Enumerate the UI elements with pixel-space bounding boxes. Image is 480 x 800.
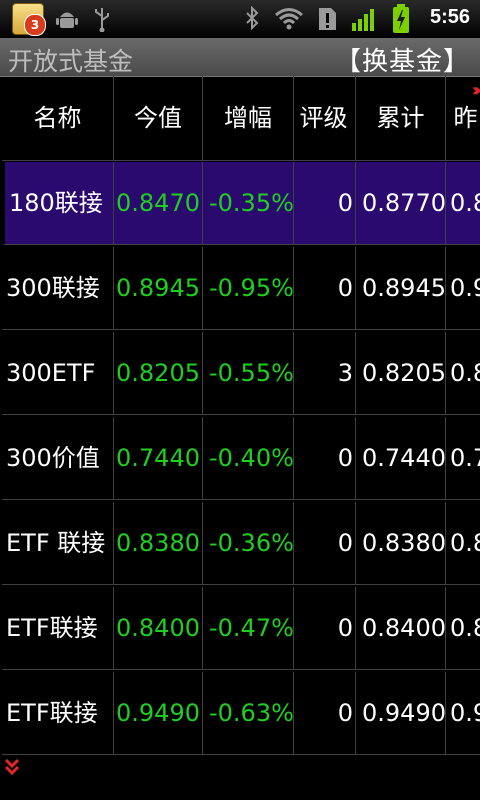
fund-prev: 0.8 <box>446 502 480 585</box>
table-row[interactable]: ETF 联接 0.8380 -0.36% 0 0.8380 0.8 <box>0 502 480 587</box>
table-header-row: 名称 今值 增幅 评级 累计 昨 ››› <box>0 76 480 161</box>
table-row[interactable]: 300ETF 0.8205 -0.55% 3 0.8205 0.8 <box>0 332 480 417</box>
table-row[interactable]: 300价值 0.7440 -0.40% 0 0.7440 0.7 <box>0 417 480 502</box>
fund-cumulative: 0.7440 <box>356 417 446 500</box>
fund-value: 0.8380 <box>114 502 203 585</box>
scroll-down-icon[interactable] <box>4 758 20 776</box>
fund-rating: 0 <box>294 247 356 330</box>
fund-cumulative: 0.8770 <box>356 162 446 245</box>
page-title: 开放式基金 <box>8 47 134 76</box>
title-bar: 开放式基金 【换基金】 <box>0 38 480 77</box>
fund-prev: 0.9 <box>446 672 480 755</box>
fund-change: -0.35% <box>203 162 294 245</box>
fund-cumulative: 0.8945 <box>356 247 446 330</box>
fund-rating: 0 <box>294 502 356 585</box>
usb-icon <box>95 8 109 32</box>
fund-name: 300ETF <box>2 332 114 415</box>
fund-cumulative: 0.8205 <box>356 332 446 415</box>
notification-count-badge: 3 <box>24 14 46 36</box>
fund-name: 300联接 <box>2 247 114 330</box>
table-row[interactable]: ETF联接 0.9490 -0.63% 0 0.9490 0.9 <box>0 672 480 757</box>
fund-value: 0.8400 <box>114 587 203 670</box>
fund-rating: 0 <box>294 672 356 755</box>
fund-name: ETF联接 <box>2 587 114 670</box>
fund-prev: 0.7 <box>446 417 480 500</box>
fund-change: -0.55% <box>203 332 294 415</box>
android-debug-icon <box>56 12 78 28</box>
fund-value: 0.8205 <box>114 332 203 415</box>
table-row[interactable]: ETF联接 0.8400 -0.47% 0 0.8400 0.8 <box>0 587 480 672</box>
fund-change: -0.36% <box>203 502 294 585</box>
fund-rating: 0 <box>294 417 356 500</box>
fund-rating: 0 <box>294 162 356 245</box>
fund-cumulative: 0.8400 <box>356 587 446 670</box>
fund-prev: 0.8 <box>446 587 480 670</box>
table-row[interactable]: 300联接 0.8945 -0.95% 0 0.8945 0.9 <box>0 247 480 332</box>
header-cumulative[interactable]: 累计 <box>356 76 446 161</box>
fund-cumulative: 0.9490 <box>356 672 446 755</box>
header-name[interactable]: 名称 <box>2 76 114 161</box>
header-rating[interactable]: 评级 <box>294 76 356 161</box>
fund-name: ETF联接 <box>2 672 114 755</box>
fund-change: -0.40% <box>203 417 294 500</box>
fund-prev: 0.9 <box>446 247 480 330</box>
fund-table: 名称 今值 增幅 评级 累计 昨 ››› 180联接 0.8470 -0.35%… <box>0 76 480 760</box>
fund-value: 0.7440 <box>114 417 203 500</box>
fund-cumulative: 0.8380 <box>356 502 446 585</box>
fund-value: 0.9490 <box>114 672 203 755</box>
fund-prev: 0.8 <box>446 332 480 415</box>
fund-change: -0.95% <box>203 247 294 330</box>
fund-name: ETF 联接 <box>2 502 114 585</box>
fund-name: 180联接 <box>2 162 114 245</box>
header-value[interactable]: 今值 <box>114 76 203 161</box>
status-clock: 5:56 <box>429 6 470 28</box>
fund-rating: 3 <box>294 332 356 415</box>
header-change[interactable]: 增幅 <box>203 76 294 161</box>
wifi-icon <box>275 8 303 30</box>
table-row[interactable]: 180联接 0.8470 -0.35% 0 0.8770 0.8 <box>0 162 480 247</box>
bluetooth-icon <box>246 6 259 31</box>
alert-icon <box>319 8 336 30</box>
scroll-right-icon[interactable]: ››› <box>472 80 480 101</box>
switch-fund-button[interactable]: 【换基金】 <box>335 41 470 78</box>
fund-value: 0.8945 <box>114 247 203 330</box>
fund-change: -0.63% <box>203 672 294 755</box>
status-bar: 3 5:56 <box>0 0 480 38</box>
battery-charging-icon <box>393 4 409 33</box>
fund-name: 300价值 <box>2 417 114 500</box>
fund-prev: 0.8 <box>446 162 480 245</box>
fund-value: 0.8470 <box>114 162 203 245</box>
fund-rating: 0 <box>294 587 356 670</box>
fund-change: -0.47% <box>203 587 294 670</box>
signal-icon <box>352 9 374 31</box>
